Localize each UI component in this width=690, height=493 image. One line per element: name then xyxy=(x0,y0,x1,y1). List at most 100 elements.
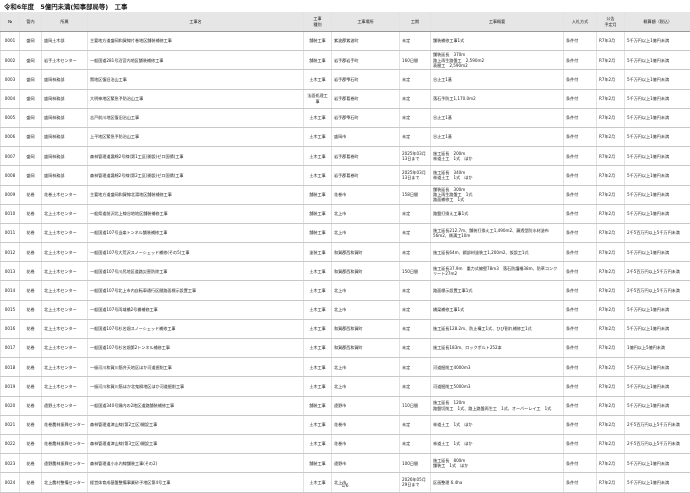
cell-office: 北上土木センター xyxy=(42,243,88,262)
column-header-district: 管内 xyxy=(20,12,42,32)
cell-bid-method: 条件付 xyxy=(564,415,597,434)
cell-work-type: 土木工事 xyxy=(304,319,332,338)
cell-work-type: 舗装工事 xyxy=(304,223,332,242)
cell-location: 北上市 xyxy=(332,358,400,377)
cell-work-name: 一般国道107号当楽トンネル舗装補修工事 xyxy=(88,223,304,242)
cell-period: 未定 xyxy=(400,434,431,453)
cell-office: 北上土木センター xyxy=(42,339,88,358)
cell-summary: 谷止工1基 xyxy=(431,127,564,146)
cell-district: 花巻 xyxy=(20,223,42,242)
cell-district: 盛岡 xyxy=(20,51,42,70)
table-row: 0007盛岡盛岡林務部森林管理道袰綿2号線(第1工区)開設(ゼロ国債)工事土木工… xyxy=(1,147,690,166)
cell-bid-method: 条件付 xyxy=(564,358,597,377)
cell-no: 0007 xyxy=(1,147,20,166)
cell-no: 0021 xyxy=(1,415,20,434)
cell-work-type: 土木工事 xyxy=(304,377,332,396)
cell-estimate: 5千万円以上1億円未満 xyxy=(625,204,690,223)
cell-location: 和賀郡西和賀町 xyxy=(332,262,400,281)
cell-district: 盛岡 xyxy=(20,70,42,89)
cell-work-name: 一般国道107号杉名畑スノーシェッド補修工事 xyxy=(88,319,304,338)
cell-location: 遠野市 xyxy=(332,454,400,473)
cell-district: 盛岡 xyxy=(20,108,42,127)
cell-district: 花巻 xyxy=(20,319,42,338)
cell-notice-month: R7年2月 xyxy=(597,147,625,166)
cell-notice-month: R7年2月 xyxy=(597,415,625,434)
cell-notice-month: R7年2月 xyxy=(597,166,625,185)
cell-period: 未定 xyxy=(400,415,431,434)
column-header-period: 工期 xyxy=(400,12,431,32)
cell-work-name: 一般国道107号大荒沢スノーシェッド補修(その5)工事 xyxy=(88,243,304,262)
cell-district: 花巻 xyxy=(20,300,42,319)
table-row: 0021花巻花巻農林振興センター森林管理道津山線(第2工区)開設工事土木工事花巻… xyxy=(1,415,690,434)
cell-office: 遠野土木センター xyxy=(42,396,88,415)
table-header-row: №管内所属工事名工事 種別工事場所工期工事概要入札方式公告 予定月概算額（税込） xyxy=(1,12,690,32)
cell-bid-method: 条件付 xyxy=(564,147,597,166)
cell-summary: 路盤打換え工事1式 xyxy=(431,204,564,223)
cell-location: 北上市 xyxy=(332,281,400,300)
cell-bid-method: 条件付 xyxy=(564,204,597,223)
table-row: 0016花巻北上土木センター一般国道107号杉名畑スノーシェッド補修工事土木工事… xyxy=(1,319,690,338)
cell-work-type: 土木工事 xyxy=(304,339,332,358)
table-row: 0014花巻北上土木センター一般国道107号北上市内自転車通行区間路面標示設置工… xyxy=(1,281,690,300)
cell-summary: 河道掘削工4000m3 xyxy=(431,358,564,377)
cell-no: 0006 xyxy=(1,127,20,146)
cell-work-type: 土木工事 xyxy=(304,473,332,492)
cell-work-name: 一級河川和賀川筋弁天地区ほか河道掘削工事 xyxy=(88,358,304,377)
cell-notice-month: R7年2月 xyxy=(597,339,625,358)
cell-estimate: 5千万円以上1億円未満 xyxy=(625,243,690,262)
cell-work-type: 土木工事 xyxy=(304,262,332,281)
cell-estimate: 2千5百万円以上5千万円未満 xyxy=(625,415,690,434)
cell-work-type: 土木工事 xyxy=(304,70,332,89)
cell-period: 未定 xyxy=(400,300,431,319)
cell-no: 0002 xyxy=(1,51,20,70)
cell-work-type: 舗装工事 xyxy=(304,32,332,51)
cell-bid-method: 条件付 xyxy=(564,166,597,185)
column-header-notice-month: 公告 予定月 xyxy=(597,12,625,32)
cell-district: 盛岡 xyxy=(20,89,42,108)
cell-bid-method: 条件付 xyxy=(564,243,597,262)
cell-summary: 谷止工1基 xyxy=(431,70,564,89)
column-header-estimate: 概算額（税込） xyxy=(625,12,690,32)
cell-notice-month: R7年2月 xyxy=(597,185,625,204)
cell-period: 未定 xyxy=(400,223,431,242)
cell-office: 花巻農林振興センター xyxy=(42,415,88,434)
column-header-location: 工事場所 xyxy=(332,12,400,32)
cell-office: 岩手土木センター xyxy=(42,51,88,70)
works-table: №管内所属工事名工事 種別工事場所工期工事概要入札方式公告 予定月概算額（税込）… xyxy=(0,12,690,493)
cell-summary: 施工延長37.9m 重力式擁壁78m3 落石防護柵38m、防草コンクリート27m… xyxy=(431,262,564,281)
cell-summary: 林道土工 1式 ほか xyxy=(431,434,564,453)
cell-no: 0013 xyxy=(1,262,20,281)
cell-work-type: 法面処理工事 xyxy=(304,89,332,108)
cell-summary: 施工延長183m、ロックボルト252本 xyxy=(431,339,564,358)
cell-notice-month: R7年2月 xyxy=(597,319,625,338)
cell-work-name: 一般国道107号川尻地区道路災害防除工事 xyxy=(88,262,304,281)
cell-bid-method: 条件付 xyxy=(564,434,597,453)
cell-no: 0003 xyxy=(1,70,20,89)
cell-district: 花巻 xyxy=(20,185,42,204)
cell-district: 花巻 xyxy=(20,339,42,358)
cell-work-name: 一般国道340号鍋内の2地区道路舗装補修工事 xyxy=(88,396,304,415)
cell-estimate: 5千万円以上1億円未満 xyxy=(625,108,690,127)
cell-period: 未定 xyxy=(400,377,431,396)
cell-district: 盛岡 xyxy=(20,166,42,185)
cell-district: 花巻 xyxy=(20,358,42,377)
cell-work-name: 一般国道107号北上市内自転車通行区間路面標示設置工事 xyxy=(88,281,304,300)
cell-notice-month: R7年2月 xyxy=(597,377,625,396)
cell-notice-month: R7年2月 xyxy=(597,281,625,300)
cell-summary: 施工延長 800m 舗装工 1式 ほか xyxy=(431,454,564,473)
cell-estimate: 2千5百万円以上5千万円未満 xyxy=(625,434,690,453)
table-row: 0020花巻遠野土木センター一般国道340号鍋内の2地区道路舗装補修工事舗装工事… xyxy=(1,396,690,415)
cell-district: 花巻 xyxy=(20,281,42,300)
cell-estimate: 5千万円以上1億円未満 xyxy=(625,166,690,185)
cell-bid-method: 条件付 xyxy=(564,32,597,51)
cell-notice-month: R7年2月 xyxy=(597,223,625,242)
table-row: 0012花巻北上土木センター一般国道107号大荒沢スノーシェッド補修(その5)工… xyxy=(1,243,690,262)
cell-work-name: 一般県道前沢北上線谷地地区舗装補修工事 xyxy=(88,204,304,223)
cell-district: 盛岡 xyxy=(20,127,42,146)
cell-bid-method: 条件付 xyxy=(564,339,597,358)
cell-work-type: 舗装工事 xyxy=(304,396,332,415)
column-header-office: 所属 xyxy=(42,12,88,32)
cell-bid-method: 条件付 xyxy=(564,319,597,338)
cell-work-name: 森林管理道袰綿2号線(第2工区)開設(ゼロ国債)工事 xyxy=(88,166,304,185)
cell-summary: 路面標示設置工事1式 xyxy=(431,281,564,300)
